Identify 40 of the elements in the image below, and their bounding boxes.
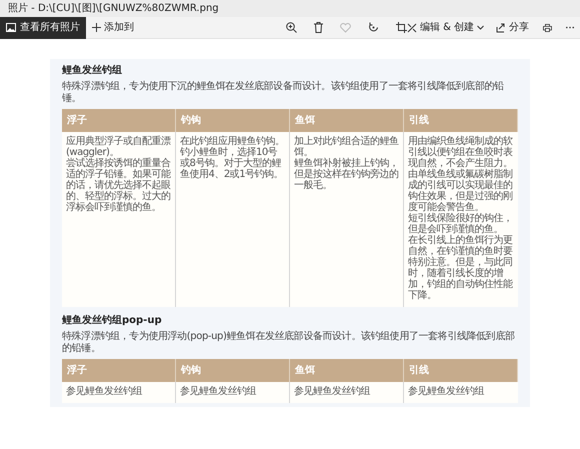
cell-text: 尝试选择按诱饵的重量合适的浮子铅锤。如果可能的话，请优先选择不起眼的、轻型的浮标。过大的浮标会吓到谨慎的鱼。 <box>66 158 171 213</box>
cell-text: 加上对此钓组合适的鲤鱼饵。 <box>294 136 399 158</box>
column-header: 浮子 <box>62 109 176 132</box>
column-header: 浮子 <box>62 359 176 382</box>
cell-text: 参见鲤鱼发丝钓组 <box>294 386 372 397</box>
column-header: 引线 <box>404 109 518 132</box>
cell-text: 参见鲤鱼发丝钓组 <box>66 386 144 397</box>
share-button[interactable]: 分享 <box>496 20 530 35</box>
cell-text: 在长引线上的鱼饵行为更自然，在钓谨慎的鱼时要特别注意。但是，与此同时，随着引线长度的增加，钓组的自动钩住性能下降。 <box>408 235 514 301</box>
cell-text: 由单线鱼线或氟碳树脂制成的引线可以实现最佳的钩住效果，但是过强的刚度可能会警告鱼。 <box>408 169 514 213</box>
delete-icon[interactable] <box>314 22 323 33</box>
section-description: 特殊浮漂钓组，专为使用浮动(pop-up)鲤鱼饵在发丝底部设备而设计。该钓组使用了一套将引线降低到底部的铅锤。 <box>62 331 516 355</box>
print-icon[interactable] <box>543 22 552 32</box>
section-heading: 鲤鱼发丝钓组pop-up <box>62 315 163 327</box>
cell-text: 参见鲤鱼发丝钓组 <box>180 386 258 397</box>
column-header: 钓钩 <box>176 109 290 132</box>
photos-icon <box>6 23 16 32</box>
rotate-icon[interactable] <box>368 22 379 33</box>
add-to-button[interactable]: 添加到 <box>92 20 134 35</box>
cell-text: 参见鲤鱼发丝钓组 <box>408 386 486 397</box>
view-all-photos-button[interactable]: 查看所有照片 <box>0 16 86 38</box>
crop-icon[interactable] <box>396 22 407 33</box>
cell-text: 应用典型浮子或自配重漂(waggler)。 <box>66 136 171 158</box>
more-icon[interactable] <box>566 26 574 29</box>
cell-text: 在此钓组应用鲤鱼钓钩。钓小鲤鱼时，选择10号或8号钩。对于大型的鲤鱼使用4、2或1号钓钩。 <box>180 136 285 180</box>
cell-text: 鲤鱼饵补射被挂上钓钩，但是按这样在钓钩旁边的一般毛。 <box>294 158 399 191</box>
zoom-in-icon[interactable] <box>286 22 297 33</box>
section-heading: 鲤鱼发丝钓组 <box>62 65 123 77</box>
caret-icon <box>477 25 484 30</box>
share-icon <box>496 22 506 32</box>
column-header: 鱼饵 <box>290 359 404 382</box>
cell-text: 短引线保险很好的钩住，但是会吓到谨慎的鱼。 <box>408 213 514 235</box>
section-description: 特殊浮漂钓组，专为使用下沉的鲤鱼饵在发丝底部设备而设计。该钓组使用了一套将引线降低到底部的铅锤。 <box>62 81 505 105</box>
column-header: 引线 <box>404 359 518 382</box>
column-header: 鱼饵 <box>290 109 404 132</box>
window-title: 照片 - D:\[CU]\[图]\[GNUWZ%80ZWMR.png <box>8 2 219 16</box>
cell-text: 用由编织鱼线绳制成的软引线以便钓组在鱼咬时表现自然，不会产生阻力。 <box>408 136 514 169</box>
plus-icon <box>92 23 101 32</box>
column-header: 钓钩 <box>176 359 290 382</box>
edit-create-button[interactable]: 编辑 & 创建 <box>407 20 484 35</box>
